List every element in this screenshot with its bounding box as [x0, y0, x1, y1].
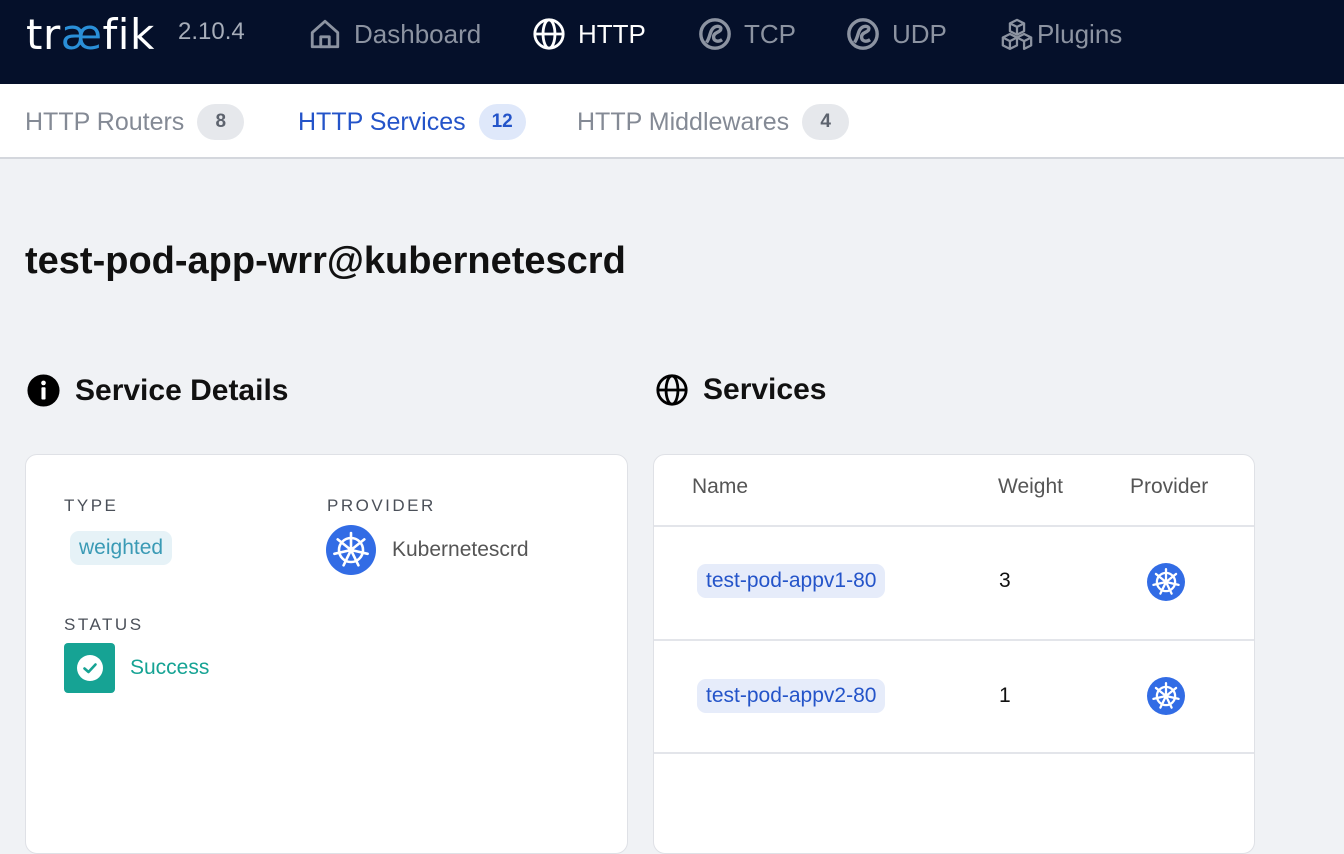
- tab-http-services-label: HTTP Services: [298, 107, 466, 136]
- tcp-icon: [699, 18, 731, 50]
- check-circle-icon: [76, 655, 103, 681]
- cubes-icon: [1001, 18, 1033, 51]
- table-divider: [654, 525, 1254, 527]
- info-icon: [27, 374, 60, 407]
- kubernetes-icon: [1147, 677, 1185, 715]
- version-label: 2.10.4: [178, 18, 245, 45]
- status-value: Success: [64, 643, 209, 693]
- nav-dashboard[interactable]: Dashboard: [308, 14, 481, 54]
- tab-http-middlewares-count: 4: [802, 104, 850, 140]
- nav-udp[interactable]: UDP: [846, 14, 947, 54]
- top-nav: træfik 2.10.4 Dashboard HTTP TCP UDP Plu…: [0, 0, 1344, 84]
- nav-udp-label: UDP: [892, 18, 947, 49]
- nav-http[interactable]: HTTP: [532, 14, 646, 54]
- tab-http-middlewares[interactable]: HTTP Middlewares 4: [577, 103, 850, 141]
- tab-http-routers[interactable]: HTTP Routers 8: [25, 103, 245, 141]
- tab-http-routers-count: 8: [197, 104, 245, 140]
- table-divider: [654, 639, 1254, 641]
- nav-tcp[interactable]: TCP: [698, 14, 796, 54]
- type-value-chip: weighted: [70, 531, 173, 565]
- page-title: test-pod-app-wrr@kubernetescrd: [25, 240, 626, 282]
- services-title: Services: [703, 373, 827, 406]
- home-icon: [310, 19, 340, 49]
- status-text: Success: [130, 656, 210, 679]
- service-name-link[interactable]: test-pod-appv1-80: [697, 564, 886, 598]
- column-header-weight: Weight: [998, 475, 1063, 498]
- globe-icon: [533, 18, 565, 50]
- nav-dashboard-label: Dashboard: [354, 18, 482, 49]
- kubernetes-icon: [1147, 563, 1185, 601]
- logo-text-start: tr: [26, 10, 61, 59]
- column-header-name: Name: [692, 475, 749, 498]
- provider-name: Kubernetescrd: [392, 538, 529, 561]
- nav-tcp-label: TCP: [744, 18, 796, 49]
- service-weight: 3: [999, 569, 1011, 592]
- udp-icon: [847, 18, 879, 50]
- nav-http-label: HTTP: [578, 18, 646, 49]
- service-weight: 1: [999, 684, 1011, 707]
- services-heading: Services: [655, 373, 826, 407]
- service-details-heading: Service Details: [26, 373, 288, 408]
- traefik-logo[interactable]: træfik: [26, 12, 155, 58]
- tab-http-services-count: 12: [478, 104, 526, 140]
- status-badge: [64, 643, 115, 693]
- logo-text-end: fik: [102, 10, 155, 59]
- tab-http-middlewares-label: HTTP Middlewares: [577, 107, 790, 136]
- provider-label: PROVIDER: [327, 496, 436, 515]
- nav-plugins[interactable]: Plugins: [1000, 14, 1122, 54]
- kubernetes-icon: [326, 525, 376, 575]
- status-label: STATUS: [64, 615, 144, 634]
- nav-plugins-label: Plugins: [1037, 18, 1123, 49]
- column-header-provider: Provider: [1130, 475, 1209, 498]
- globe-icon: [656, 374, 688, 406]
- tab-http-services[interactable]: HTTP Services 12: [298, 103, 526, 141]
- table-divider: [654, 752, 1254, 754]
- services-table-card: Name Weight Provider test-pod-appv1-80 3…: [653, 454, 1255, 854]
- service-name-link[interactable]: test-pod-appv2-80: [697, 679, 886, 713]
- logo-ae: æ: [60, 10, 103, 59]
- provider-value: Kubernetescrd: [326, 525, 529, 575]
- service-details-title: Service Details: [75, 373, 289, 407]
- type-label: TYPE: [64, 496, 119, 515]
- sub-nav: HTTP Routers 8 HTTP Services 12 HTTP Mid…: [0, 84, 1344, 159]
- tab-http-routers-label: HTTP Routers: [25, 107, 185, 136]
- service-details-card: TYPE weighted PROVIDER Kubernetescrd STA…: [25, 454, 628, 854]
